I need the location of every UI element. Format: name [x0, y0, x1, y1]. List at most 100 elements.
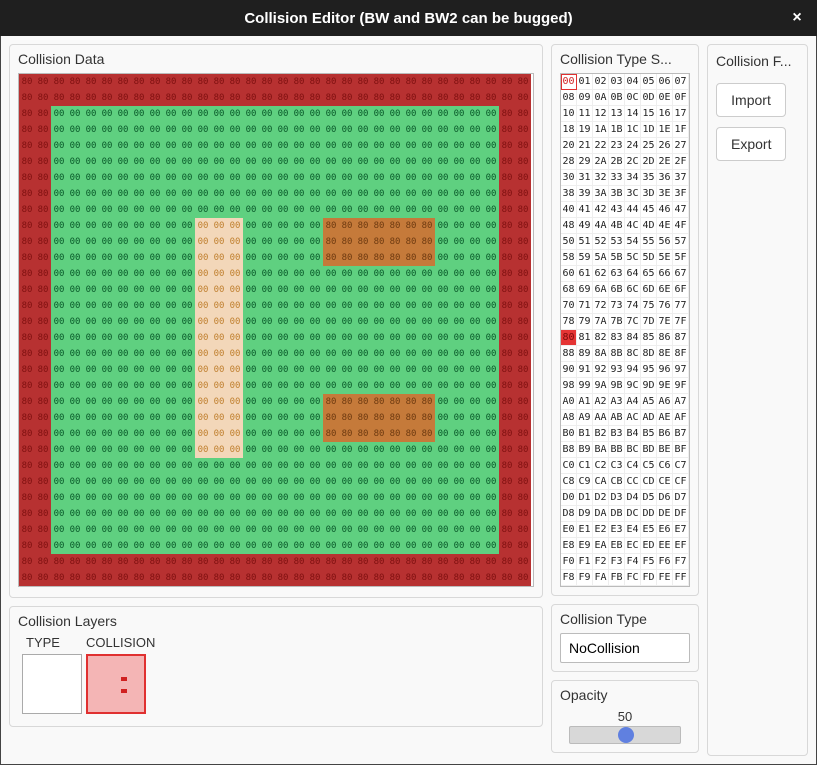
grid-cell[interactable]: 00 — [355, 106, 371, 122]
selector-cell[interactable]: 45 — [641, 202, 657, 218]
grid-cell[interactable]: 00 — [291, 330, 307, 346]
grid-cell[interactable]: 00 — [339, 442, 355, 458]
grid-cell[interactable]: 00 — [291, 394, 307, 410]
selector-cell[interactable]: F2 — [593, 554, 609, 570]
grid-cell[interactable]: 00 — [483, 538, 499, 554]
grid-cell[interactable]: 00 — [179, 202, 195, 218]
grid-cell[interactable]: 80 — [19, 426, 35, 442]
selector-cell[interactable]: 30 — [561, 170, 577, 186]
grid-cell[interactable]: 00 — [227, 378, 243, 394]
grid-cell[interactable]: 00 — [275, 218, 291, 234]
grid-cell[interactable]: 80 — [227, 90, 243, 106]
grid-cell[interactable]: 00 — [451, 298, 467, 314]
grid-cell[interactable]: 00 — [67, 250, 83, 266]
selector-cell[interactable]: DA — [593, 506, 609, 522]
grid-cell[interactable]: 80 — [515, 554, 531, 570]
grid-cell[interactable]: 80 — [243, 90, 259, 106]
selector-cell[interactable]: D0 — [561, 490, 577, 506]
grid-cell[interactable]: 80 — [115, 74, 131, 90]
grid-cell[interactable]: 80 — [195, 570, 211, 586]
selector-cell[interactable]: 88 — [561, 346, 577, 362]
grid-cell[interactable]: 80 — [435, 90, 451, 106]
selector-cell[interactable]: 95 — [641, 362, 657, 378]
selector-cell[interactable]: 39 — [577, 186, 593, 202]
grid-cell[interactable]: 00 — [51, 138, 67, 154]
grid-cell[interactable]: 00 — [467, 266, 483, 282]
selector-cell[interactable]: 59 — [577, 250, 593, 266]
grid-cell[interactable]: 00 — [323, 458, 339, 474]
selector-cell[interactable]: EF — [673, 538, 689, 554]
grid-cell[interactable]: 00 — [275, 330, 291, 346]
grid-cell[interactable]: 00 — [291, 314, 307, 330]
selector-cell[interactable]: FF — [673, 570, 689, 586]
selector-cell[interactable]: 37 — [673, 170, 689, 186]
grid-cell[interactable]: 00 — [99, 314, 115, 330]
selector-cell[interactable]: 42 — [593, 202, 609, 218]
grid-cell[interactable]: 80 — [355, 90, 371, 106]
selector-cell[interactable]: 02 — [593, 74, 609, 90]
grid-cell[interactable]: 80 — [35, 170, 51, 186]
grid-cell[interactable]: 00 — [451, 170, 467, 186]
selector-cell[interactable]: BA — [593, 442, 609, 458]
grid-cell[interactable]: 00 — [51, 170, 67, 186]
selector-cell[interactable]: E7 — [673, 522, 689, 538]
grid-cell[interactable]: 80 — [35, 106, 51, 122]
grid-cell[interactable]: 00 — [371, 378, 387, 394]
grid-cell[interactable]: 80 — [467, 570, 483, 586]
grid-cell[interactable]: 80 — [499, 106, 515, 122]
grid-cell[interactable]: 00 — [147, 538, 163, 554]
grid-cell[interactable]: 00 — [67, 362, 83, 378]
grid-cell[interactable]: 00 — [83, 138, 99, 154]
grid-cell[interactable]: 80 — [51, 570, 67, 586]
selector-cell[interactable]: ED — [641, 538, 657, 554]
grid-cell[interactable]: 80 — [499, 570, 515, 586]
selector-cell[interactable]: 99 — [577, 378, 593, 394]
grid-cell[interactable]: 80 — [515, 378, 531, 394]
grid-cell[interactable]: 00 — [435, 474, 451, 490]
grid-cell[interactable]: 80 — [419, 410, 435, 426]
selector-cell[interactable]: 6C — [625, 282, 641, 298]
grid-cell[interactable]: 00 — [67, 218, 83, 234]
grid-cell[interactable]: 00 — [451, 426, 467, 442]
grid-cell[interactable]: 00 — [243, 474, 259, 490]
selector-cell[interactable]: 9F — [673, 378, 689, 394]
selector-cell[interactable]: CE — [657, 474, 673, 490]
grid-cell[interactable]: 00 — [307, 442, 323, 458]
grid-cell[interactable]: 00 — [131, 266, 147, 282]
grid-cell[interactable]: 00 — [291, 458, 307, 474]
selector-cell[interactable]: D3 — [609, 490, 625, 506]
grid-cell[interactable]: 80 — [259, 90, 275, 106]
grid-cell[interactable]: 80 — [195, 90, 211, 106]
grid-cell[interactable]: 00 — [467, 282, 483, 298]
selector-cell[interactable]: 3F — [673, 186, 689, 202]
grid-cell[interactable]: 00 — [195, 202, 211, 218]
grid-cell[interactable]: 00 — [371, 442, 387, 458]
grid-cell[interactable]: 00 — [435, 154, 451, 170]
grid-cell[interactable]: 00 — [387, 378, 403, 394]
grid-cell[interactable]: 80 — [451, 74, 467, 90]
selector-cell[interactable]: 82 — [593, 330, 609, 346]
selector-cell[interactable]: FC — [625, 570, 641, 586]
grid-cell[interactable]: 00 — [67, 138, 83, 154]
grid-cell[interactable]: 00 — [275, 106, 291, 122]
grid-cell[interactable]: 00 — [419, 138, 435, 154]
grid-cell[interactable]: 00 — [323, 538, 339, 554]
grid-cell[interactable]: 00 — [147, 426, 163, 442]
grid-cell[interactable]: 00 — [163, 426, 179, 442]
selector-cell[interactable]: B3 — [609, 426, 625, 442]
grid-cell[interactable]: 80 — [35, 74, 51, 90]
grid-cell[interactable]: 80 — [323, 394, 339, 410]
grid-cell[interactable]: 00 — [307, 474, 323, 490]
grid-cell[interactable]: 80 — [179, 74, 195, 90]
grid-cell[interactable]: 00 — [307, 330, 323, 346]
grid-cell[interactable]: 80 — [499, 298, 515, 314]
grid-cell[interactable]: 00 — [179, 250, 195, 266]
selector-cell[interactable]: 5B — [609, 250, 625, 266]
selector-cell[interactable]: 23 — [609, 138, 625, 154]
grid-cell[interactable]: 00 — [403, 490, 419, 506]
grid-cell[interactable]: 00 — [147, 298, 163, 314]
grid-cell[interactable]: 00 — [195, 154, 211, 170]
grid-cell[interactable]: 00 — [291, 474, 307, 490]
grid-cell[interactable]: 00 — [131, 298, 147, 314]
grid-cell[interactable]: 00 — [227, 186, 243, 202]
